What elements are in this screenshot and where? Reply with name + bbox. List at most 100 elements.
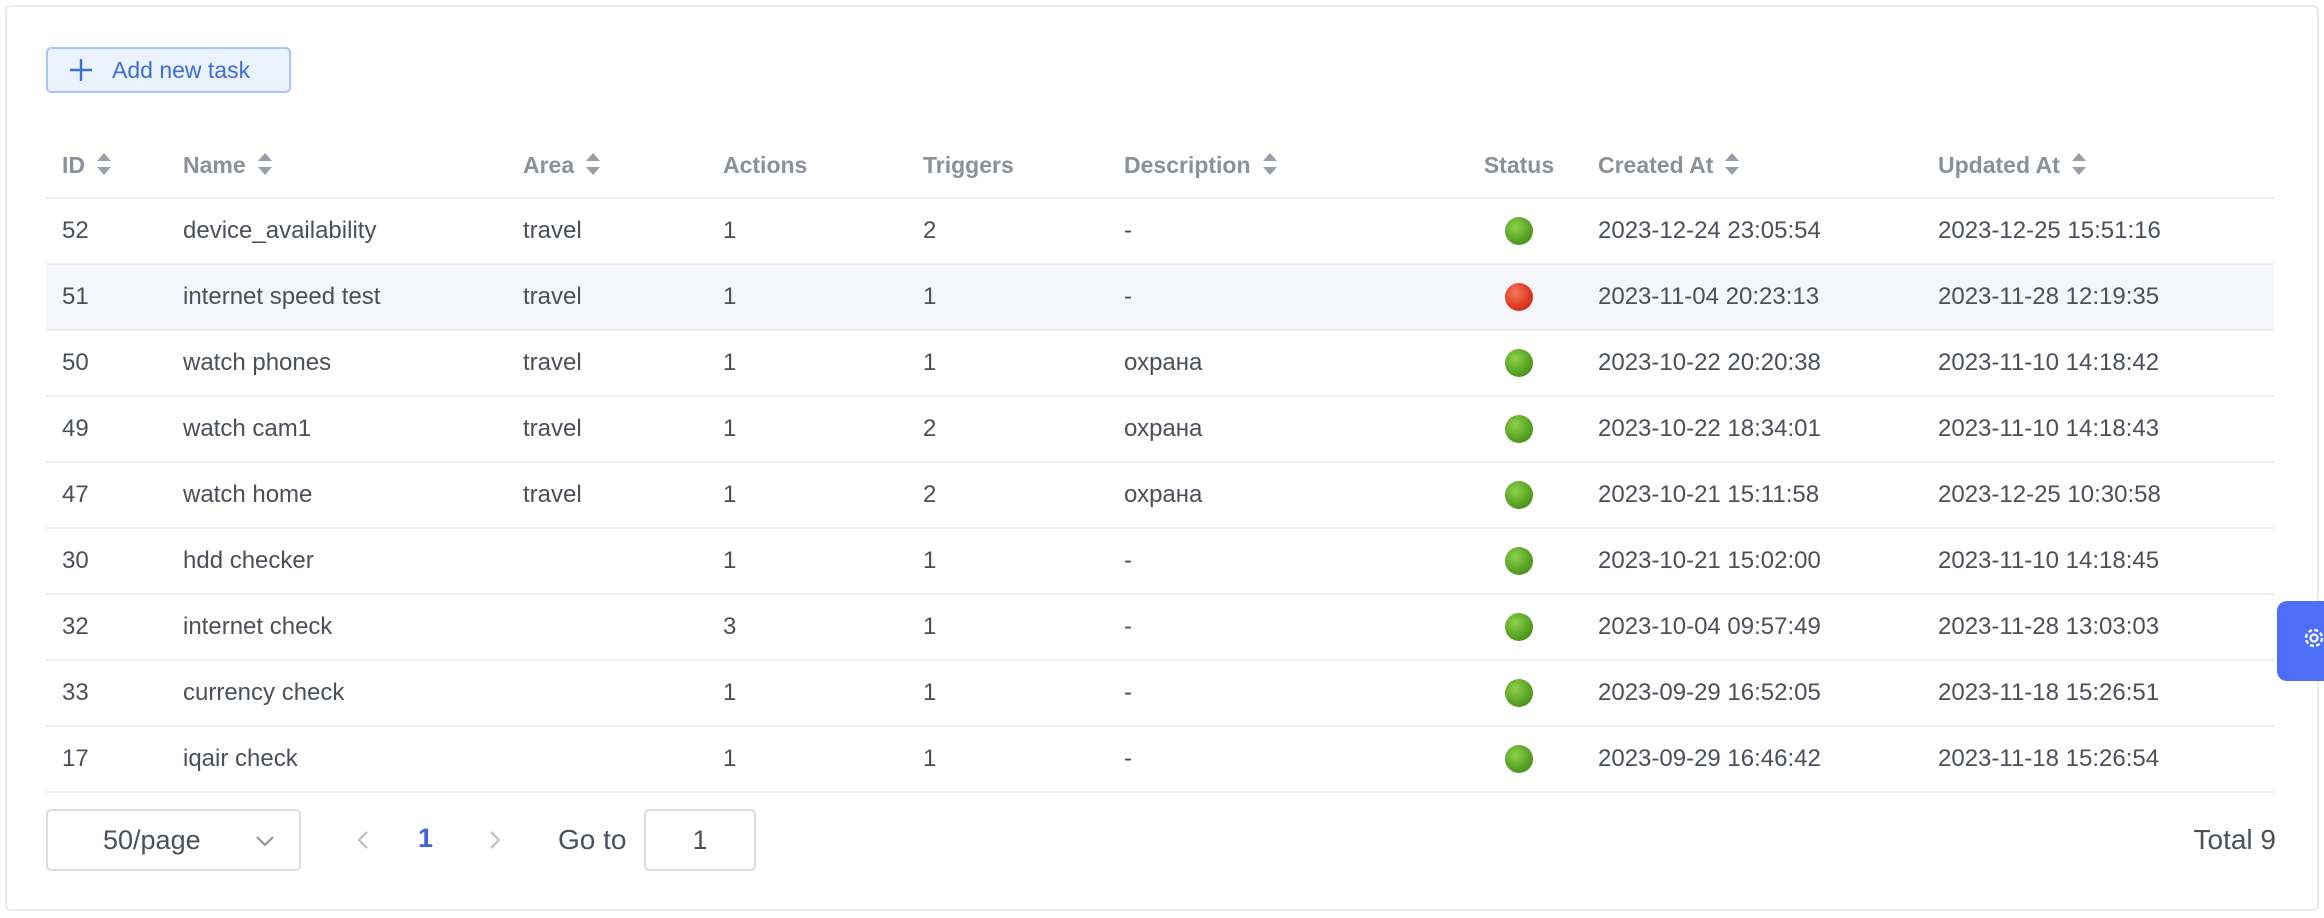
cell-name: currency check (167, 660, 507, 727)
cell-id: 17 (46, 726, 167, 793)
cell-updated: 2023-11-28 13:03:03 (1922, 594, 2274, 661)
table-row[interactable]: 50 watch phones travel 1 1 охрана 2023-1… (46, 330, 2274, 397)
cell-id: 32 (46, 594, 167, 661)
status-green-icon (1505, 349, 1533, 378)
cell-description: - (1108, 264, 1456, 331)
cell-updated: 2023-12-25 15:51:16 (1922, 198, 2274, 265)
cell-actions: 1 (707, 462, 907, 529)
status-red-icon (1505, 283, 1533, 312)
column-header-status: Status (1456, 133, 1582, 199)
cell-status (1456, 198, 1582, 265)
cell-name: internet check (167, 594, 507, 661)
cell-triggers: 1 (907, 660, 1108, 727)
page-size-select[interactable]: 50/page (46, 809, 301, 871)
cell-name: iqair check (167, 726, 507, 793)
chevron-left-icon[interactable] (353, 828, 375, 852)
table-header-row: ID Name Area Actions Triggers Descriptio… (46, 133, 2274, 199)
sort-icon[interactable] (2070, 151, 2088, 177)
add-task-button[interactable]: Add new task (46, 47, 291, 93)
cell-id: 30 (46, 528, 167, 595)
page-size-value: 50/page (103, 824, 201, 855)
cell-status (1456, 462, 1582, 529)
cell-status (1456, 726, 1582, 793)
gear-icon (2304, 628, 2324, 648)
cell-actions: 1 (707, 660, 907, 727)
cell-status (1456, 594, 1582, 661)
cell-actions: 1 (707, 330, 907, 397)
cell-description: - (1108, 660, 1456, 727)
cell-name: watch phones (167, 330, 507, 397)
cell-triggers: 1 (907, 594, 1108, 661)
table-row[interactable]: 49 watch cam1 travel 1 2 охрана 2023-10-… (46, 396, 2274, 463)
cell-created: 2023-10-21 15:11:58 (1582, 462, 1922, 529)
cell-created: 2023-09-29 16:52:05 (1582, 660, 1922, 727)
cell-area (507, 660, 707, 727)
cell-area (507, 528, 707, 595)
table-row[interactable]: 51 internet speed test travel 1 1 - 2023… (46, 264, 2274, 331)
status-green-icon (1505, 745, 1533, 774)
sort-icon[interactable] (256, 151, 274, 177)
cell-description: охрана (1108, 330, 1456, 397)
table-row[interactable]: 52 device_availability travel 1 2 - 2023… (46, 198, 2274, 265)
cell-created: 2023-10-22 18:34:01 (1582, 396, 1922, 463)
cell-updated: 2023-11-18 15:26:54 (1922, 726, 2274, 793)
cell-status (1456, 330, 1582, 397)
cell-name: internet speed test (167, 264, 507, 331)
column-header-id[interactable]: ID (46, 133, 167, 199)
pagination-page-1[interactable]: 1 (418, 823, 433, 854)
sort-icon[interactable] (1261, 151, 1279, 177)
cell-created: 2023-10-21 15:02:00 (1582, 528, 1922, 595)
cell-area: travel (507, 396, 707, 463)
cell-status (1456, 528, 1582, 595)
table-row[interactable]: 30 hdd checker 1 1 - 2023-10-21 15:02:00… (46, 528, 2274, 595)
column-header-created[interactable]: Created At (1582, 133, 1922, 199)
table-row[interactable]: 32 internet check 3 1 - 2023-10-04 09:57… (46, 594, 2274, 661)
cell-name: hdd checker (167, 528, 507, 595)
column-header-description[interactable]: Description (1108, 133, 1456, 199)
cell-triggers: 1 (907, 726, 1108, 793)
cell-triggers: 1 (907, 330, 1108, 397)
tasks-table: ID Name Area Actions Triggers Descriptio… (46, 133, 2274, 793)
column-header-name[interactable]: Name (167, 133, 507, 199)
chevron-right-icon[interactable] (483, 828, 505, 852)
table-row[interactable]: 47 watch home travel 1 2 охрана 2023-10-… (46, 462, 2274, 529)
status-green-icon (1505, 613, 1533, 642)
cell-triggers: 2 (907, 396, 1108, 463)
cell-id: 51 (46, 264, 167, 331)
cell-description: - (1108, 198, 1456, 265)
status-green-icon (1505, 415, 1533, 444)
chevron-down-icon (256, 836, 274, 847)
table-row[interactable]: 33 currency check 1 1 - 2023-09-29 16:52… (46, 660, 2274, 727)
sort-icon[interactable] (584, 151, 602, 177)
cell-actions: 1 (707, 726, 907, 793)
cell-actions: 1 (707, 198, 907, 265)
column-header-area[interactable]: Area (507, 133, 707, 199)
status-green-icon (1505, 547, 1533, 576)
column-header-updated[interactable]: Updated At (1922, 133, 2274, 199)
plus-icon (70, 59, 92, 81)
cell-description: - (1108, 594, 1456, 661)
settings-tab[interactable] (2277, 601, 2324, 681)
cell-updated: 2023-11-28 12:19:35 (1922, 264, 2274, 331)
goto-page-input[interactable]: 1 (644, 809, 756, 871)
cell-area: travel (507, 330, 707, 397)
cell-updated: 2023-11-18 15:26:51 (1922, 660, 2274, 727)
sort-icon[interactable] (1723, 151, 1741, 177)
cell-area (507, 594, 707, 661)
cell-id: 33 (46, 660, 167, 727)
cell-triggers: 1 (907, 264, 1108, 331)
total-count: Total 9 (2193, 824, 2277, 855)
cell-updated: 2023-11-10 14:18:45 (1922, 528, 2274, 595)
column-header-actions: Actions (707, 133, 907, 199)
table-row[interactable]: 17 iqair check 1 1 - 2023-09-29 16:46:42… (46, 726, 2274, 793)
cell-area: travel (507, 462, 707, 529)
sort-icon[interactable] (95, 151, 113, 177)
cell-status (1456, 660, 1582, 727)
cell-triggers: 2 (907, 198, 1108, 265)
cell-updated: 2023-11-10 14:18:43 (1922, 396, 2274, 463)
cell-id: 47 (46, 462, 167, 529)
cell-id: 50 (46, 330, 167, 397)
cell-created: 2023-11-04 20:23:13 (1582, 264, 1922, 331)
cell-area: travel (507, 198, 707, 265)
add-task-label: Add new task (112, 56, 251, 83)
